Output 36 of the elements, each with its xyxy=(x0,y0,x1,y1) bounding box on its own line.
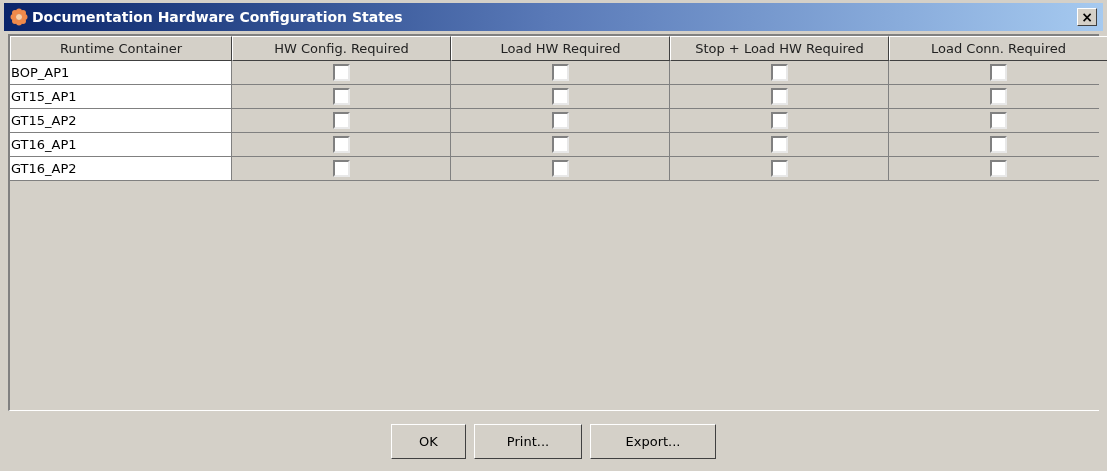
checkbox[interactable] xyxy=(332,88,350,105)
checkbox[interactable] xyxy=(770,160,788,177)
checkbox[interactable] xyxy=(332,160,350,177)
table-cell: GT16_AP1 xyxy=(10,133,232,156)
checkbox[interactable] xyxy=(770,88,788,105)
dialog-button[interactable]: Print... xyxy=(474,424,582,459)
table-cell: BOP_AP1 xyxy=(10,61,232,84)
dialog-button[interactable]: OK xyxy=(391,424,466,459)
column-header[interactable]: Load Conn. Required xyxy=(889,36,1107,61)
checkbox[interactable] xyxy=(989,160,1007,177)
checkbox[interactable] xyxy=(332,64,350,81)
checkbox[interactable] xyxy=(551,88,569,105)
checkbox[interactable] xyxy=(551,136,569,153)
column-header[interactable]: Runtime Container xyxy=(10,36,232,61)
checkbox[interactable] xyxy=(770,64,788,81)
table-cell: GT15_AP1 xyxy=(10,85,232,108)
checkbox[interactable] xyxy=(551,160,569,177)
column-header[interactable]: HW Config. Required xyxy=(232,36,451,61)
checkbox[interactable] xyxy=(770,136,788,153)
window-title: Documentation Hardware Configuration States xyxy=(32,7,403,27)
close-button[interactable]: × xyxy=(1077,8,1097,26)
flower-icon xyxy=(10,8,28,26)
column-header[interactable]: Load HW Required xyxy=(451,36,670,61)
checkbox[interactable] xyxy=(989,64,1007,81)
checkbox[interactable] xyxy=(332,136,350,153)
dialog-button[interactable]: Export... xyxy=(590,424,716,459)
checkbox[interactable] xyxy=(770,112,788,129)
checkbox[interactable] xyxy=(551,112,569,129)
column-header[interactable]: Stop + Load HW Required xyxy=(670,36,889,61)
checkbox[interactable] xyxy=(989,136,1007,153)
checkbox[interactable] xyxy=(989,112,1007,129)
checkbox[interactable] xyxy=(989,88,1007,105)
checkbox[interactable] xyxy=(551,64,569,81)
table-cell: GT16_AP2 xyxy=(10,157,232,180)
table-cell: GT15_AP2 xyxy=(10,109,232,132)
checkbox[interactable] xyxy=(332,112,350,129)
